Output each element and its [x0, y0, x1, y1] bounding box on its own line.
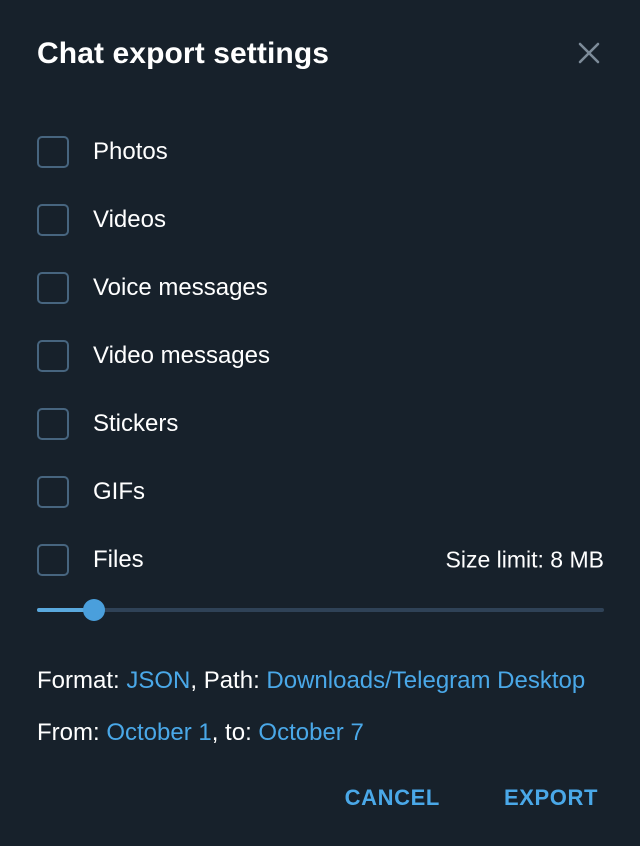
close-button[interactable]	[567, 31, 611, 75]
option-row-video-messages[interactable]: Video messages	[0, 322, 640, 390]
checkbox-stickers[interactable]	[37, 408, 69, 440]
from-date-link[interactable]: October 1	[106, 719, 211, 746]
option-row-photos[interactable]: Photos	[0, 118, 640, 186]
format-value-link[interactable]: JSON	[126, 667, 190, 694]
path-value-link[interactable]: Downloads/Telegram Desktop	[266, 667, 585, 694]
slider-track	[37, 608, 604, 612]
close-icon	[576, 40, 602, 66]
checkbox-gifs[interactable]	[37, 476, 69, 508]
checkbox-video-messages[interactable]	[37, 340, 69, 372]
option-label-videos: Videos	[93, 206, 166, 233]
dialog-footer: CANCEL EXPORT	[0, 770, 640, 826]
page-title: Chat export settings	[37, 37, 330, 70]
checkbox-files[interactable]	[37, 544, 69, 576]
export-options-list: Photos Videos Voice messages Video messa…	[0, 118, 640, 594]
export-info: Format: JSON, Path: Downloads/Telegram D…	[37, 655, 617, 759]
option-row-stickers[interactable]: Stickers	[0, 390, 640, 458]
format-path-line: Format: JSON, Path: Downloads/Telegram D…	[37, 655, 617, 707]
path-label: , Path:	[190, 667, 267, 694]
to-label: , to:	[211, 719, 259, 746]
dialog-header: Chat export settings	[0, 0, 640, 104]
from-label: From:	[37, 719, 107, 746]
checkbox-voice-messages[interactable]	[37, 272, 69, 304]
slider-thumb[interactable]	[83, 599, 105, 621]
option-label-stickers: Stickers	[93, 410, 179, 437]
option-label-files: Files	[93, 546, 144, 573]
option-label-gifs: GIFs	[93, 478, 145, 505]
chat-export-settings-dialog: Chat export settings Photos Videos Voice…	[0, 0, 640, 846]
option-label-photos: Photos	[93, 138, 168, 165]
cancel-button[interactable]: CANCEL	[339, 777, 446, 819]
export-button[interactable]: EXPORT	[498, 777, 604, 819]
date-range-line: From: October 1, to: October 7	[37, 707, 617, 759]
size-limit-value: Size limit: 8 MB	[445, 546, 604, 573]
to-date-link[interactable]: October 7	[258, 719, 363, 746]
option-row-voice-messages[interactable]: Voice messages	[0, 254, 640, 322]
option-row-gifs[interactable]: GIFs	[0, 458, 640, 526]
option-row-files[interactable]: Files Size limit: 8 MB	[0, 526, 640, 594]
option-label-video-messages: Video messages	[93, 342, 270, 369]
option-row-videos[interactable]: Videos	[0, 186, 640, 254]
checkbox-videos[interactable]	[37, 204, 69, 236]
checkbox-photos[interactable]	[37, 136, 69, 168]
option-label-voice-messages: Voice messages	[93, 274, 268, 301]
size-limit-slider[interactable]	[37, 594, 604, 626]
format-label: Format:	[37, 667, 127, 694]
